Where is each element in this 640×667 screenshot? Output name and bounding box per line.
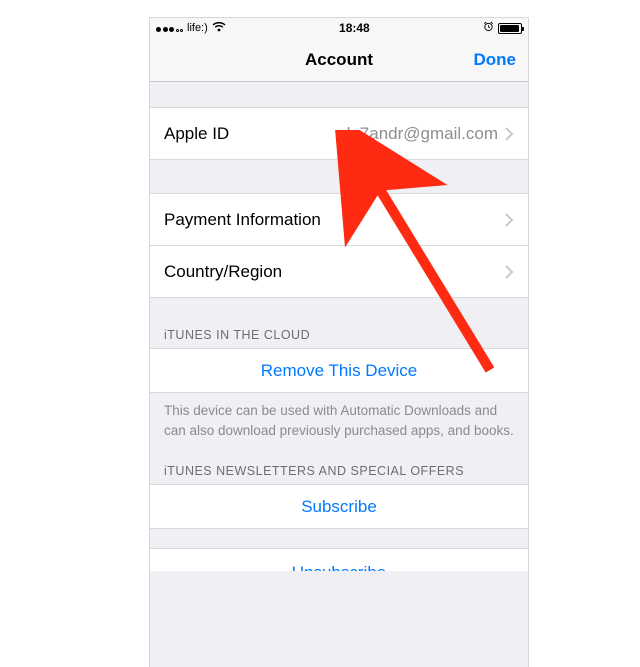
group-spacer	[150, 82, 528, 108]
nav-bar: Account Done	[150, 38, 528, 82]
remove-device-button[interactable]: Remove This Device	[150, 349, 528, 393]
group-spacer	[150, 529, 528, 549]
status-bar-left: life:)	[156, 21, 226, 35]
newsletter-section-header: iTUNES NEWSLETTERS AND SPECIAL OFFERS	[150, 446, 528, 485]
payment-information-label: Payment Information	[164, 210, 321, 230]
done-button[interactable]: Done	[474, 38, 517, 82]
country-region-label: Country/Region	[164, 262, 282, 282]
apple-id-label: Apple ID	[164, 124, 229, 144]
remove-device-label: Remove This Device	[261, 361, 418, 381]
apple-id-value: le7andr@gmail.com	[229, 124, 504, 144]
apple-id-row[interactable]: Apple ID le7andr@gmail.com	[150, 108, 528, 160]
country-region-row[interactable]: Country/Region	[150, 246, 528, 298]
signal-icon	[156, 24, 183, 32]
carrier-label: life:)	[187, 22, 208, 34]
page-title: Account	[305, 50, 373, 70]
chevron-right-icon	[504, 264, 514, 280]
alarm-icon	[483, 21, 494, 35]
status-time: 18:48	[339, 21, 370, 35]
phone-frame: life:) 18:48 Account Done Apple ID	[150, 18, 528, 667]
chevron-right-icon	[504, 212, 514, 228]
status-bar-right	[483, 21, 522, 35]
subscribe-button[interactable]: Subscribe	[150, 485, 528, 529]
chevron-right-icon	[504, 126, 514, 142]
cloud-section-header: iTUNES IN THE CLOUD	[150, 298, 528, 349]
wifi-icon	[212, 21, 226, 35]
unsubscribe-button[interactable]: Unsubscribe	[150, 549, 528, 571]
cloud-section-footer: This device can be used with Automatic D…	[150, 393, 528, 446]
screenshot-root: life:) 18:48 Account Done Apple ID	[0, 0, 640, 667]
group-spacer	[150, 160, 528, 194]
subscribe-label: Subscribe	[301, 497, 377, 517]
status-bar: life:) 18:48	[150, 18, 528, 38]
done-button-label: Done	[474, 50, 517, 70]
battery-icon	[498, 23, 522, 34]
payment-information-row[interactable]: Payment Information	[150, 194, 528, 246]
unsubscribe-label: Unsubscribe	[292, 563, 387, 571]
